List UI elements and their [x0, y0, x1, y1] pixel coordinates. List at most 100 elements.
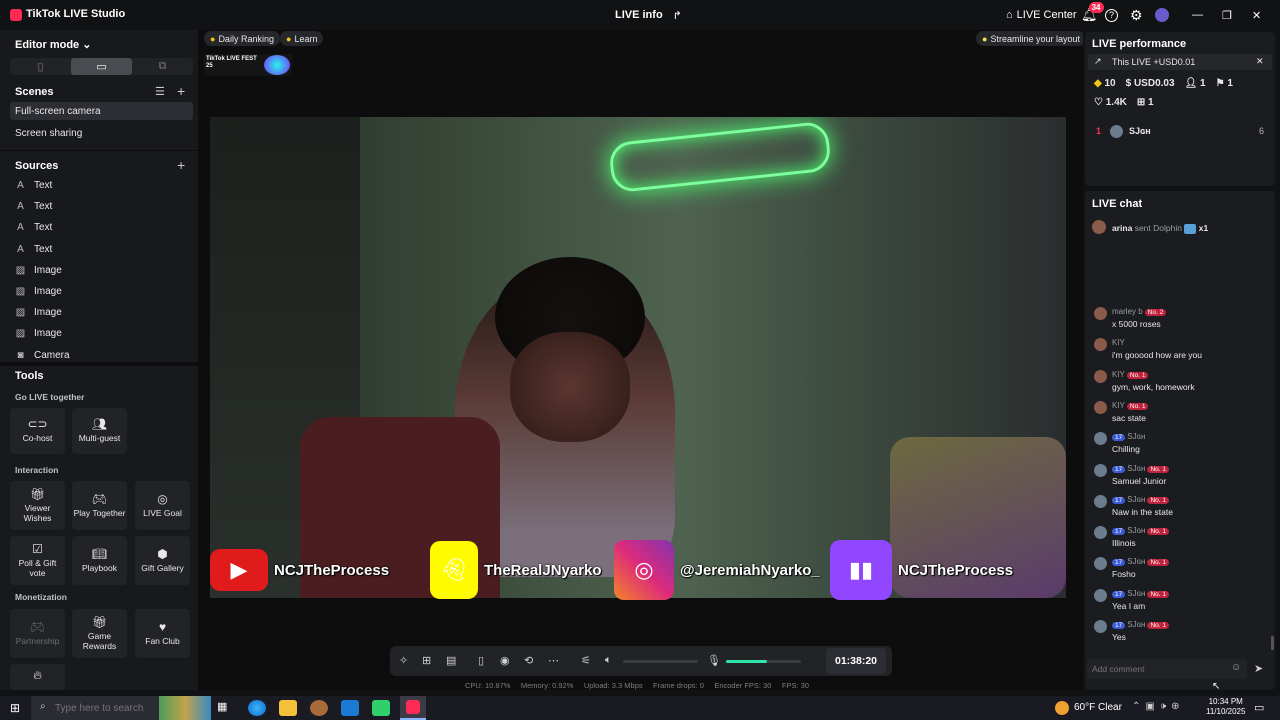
- streamline-layout-button[interactable]: ● Streamline your layout: [976, 31, 1086, 46]
- fan-club-tool[interactable]: ♥ Fan Club: [135, 609, 190, 658]
- close-button[interactable]: ✕: [1252, 6, 1261, 24]
- play-together-tool[interactable]: 🎮︎ Play Together: [72, 481, 127, 530]
- edge-icon[interactable]: [248, 700, 266, 716]
- help-button[interactable]: ?: [1105, 6, 1118, 24]
- viewer-wishes-tool[interactable]: 🎁︎ Viewer Wishes: [10, 481, 65, 530]
- source-item[interactable]: A Text: [15, 222, 52, 233]
- volume-slider[interactable]: [623, 660, 698, 663]
- chat-message[interactable]: KIY No. 1 gym, work, homework: [1094, 369, 1274, 398]
- microphone-icon[interactable]: 🎙︎: [707, 654, 721, 667]
- windows-start-icon[interactable]: ⊞: [10, 701, 20, 715]
- app-green-icon[interactable]: [372, 700, 390, 716]
- dual-layout-button[interactable]: ⧉: [132, 58, 193, 75]
- app-blue-icon[interactable]: [341, 700, 359, 716]
- replay-icon[interactable]: ⟲: [524, 654, 533, 667]
- comment-input-box[interactable]: ☺: [1087, 659, 1247, 679]
- chat-scrollbar[interactable]: [1271, 636, 1274, 650]
- gift-icon: ⊞: [1136, 97, 1146, 108]
- chat-message[interactable]: 17 SJɢʜ Chilling: [1094, 432, 1274, 460]
- chat-message[interactable]: marley b No. 2 x 5000 roses: [1094, 307, 1274, 335]
- add-source-button[interactable]: +: [177, 157, 185, 173]
- source-item[interactable]: ▨ Image: [15, 328, 62, 339]
- app-monkey-icon[interactable]: [310, 700, 328, 716]
- rank-badge: No. 1: [1126, 402, 1149, 410]
- source-label: Image: [34, 286, 62, 297]
- equalizer-icon[interactable]: ⚟: [581, 654, 591, 667]
- chat-message[interactable]: KIY i'm gooood how are you: [1094, 338, 1274, 366]
- chat-message[interactable]: KIY No. 1 sac state: [1094, 400, 1274, 429]
- learn-button[interactable]: ● Learn: [280, 31, 324, 46]
- send-icon[interactable]: ➤: [1254, 662, 1263, 675]
- chat-message[interactable]: 17 SJɢʜ No. 1 Yes: [1094, 620, 1274, 648]
- source-item[interactable]: A Text: [15, 201, 52, 212]
- level-badge: 17: [1112, 465, 1126, 473]
- system-tray-icons[interactable]: ⌃▣🕩︎⊕: [1132, 701, 1185, 712]
- task-view-icon[interactable]: ▦: [217, 700, 235, 716]
- portrait-layout-button[interactable]: ▯: [10, 58, 71, 75]
- playbook-tool[interactable]: 📖︎ Playbook: [72, 536, 127, 585]
- source-item[interactable]: ▨ Image: [15, 265, 62, 276]
- chat-message[interactable]: 17 SJɢʜ No. 1 Illinois: [1094, 526, 1274, 554]
- link-icon: ⊂⊃: [27, 417, 48, 432]
- live-goal-tool[interactable]: ◎ LIVE Goal: [135, 481, 190, 530]
- scene-list-icon[interactable]: ☰: [155, 85, 165, 98]
- source-item[interactable]: ◙ Camera: [15, 350, 69, 361]
- portrait-toggle-icon[interactable]: ▯: [478, 654, 484, 667]
- source-item[interactable]: A Text: [15, 244, 52, 255]
- daily-ranking-button[interactable]: ● Daily Ranking: [204, 31, 280, 46]
- snapchat-handle: TheRealJNyarko: [484, 561, 602, 579]
- top-gifter-row[interactable]: 1 SJɢʜ 6: [1096, 125, 1266, 139]
- settings-button[interactable]: ⚙: [1130, 6, 1143, 24]
- comment-input[interactable]: [1092, 662, 1222, 676]
- partnership-tool[interactable]: 🎮︎ Partnership: [10, 609, 65, 658]
- more-icon[interactable]: ⋯: [548, 654, 559, 667]
- chat-message[interactable]: 17 SJɢʜ No. 1 Naw in the state: [1094, 494, 1274, 523]
- scene-item-full-screen-camera[interactable]: Full-screen camera: [15, 106, 101, 117]
- live-center-button[interactable]: ⌂ LIVE Center: [1006, 6, 1077, 24]
- weather-text[interactable]: 60°F Clear: [1074, 702, 1122, 713]
- mic-level-slider[interactable]: [726, 660, 801, 663]
- minimize-button[interactable]: —: [1192, 6, 1203, 24]
- file-explorer-icon[interactable]: [279, 700, 297, 716]
- add-source-icon[interactable]: ⊞: [422, 654, 431, 667]
- source-item[interactable]: A Text: [15, 180, 52, 191]
- stream-preview[interactable]: [210, 117, 1066, 598]
- youtube-icon: ▶: [210, 549, 268, 591]
- emoji-icon[interactable]: ☺: [1231, 662, 1241, 673]
- notification-center-icon[interactable]: ▭: [1254, 701, 1264, 714]
- live-info-button[interactable]: LIVE info ↱: [615, 6, 682, 24]
- editor-mode-dropdown[interactable]: Editor mode ⌄: [15, 38, 91, 51]
- viewers-stat: 👤︎ 1: [1185, 78, 1206, 89]
- more-tool[interactable]: 🔥︎: [10, 664, 65, 690]
- game-rewards-tool[interactable]: 🎁︎ Game Rewards: [72, 609, 127, 658]
- chat-message[interactable]: 17 SJɢʜ No. 1 Fosho: [1094, 557, 1274, 585]
- maximize-button[interactable]: ❐: [1222, 6, 1232, 24]
- social-snapchat: 👻︎ TheRealJNyarko: [430, 540, 602, 600]
- this-live-banner[interactable]: ↗ This LIVE +USD0.01 ✕: [1088, 54, 1272, 70]
- scene-item-screen-sharing[interactable]: Screen sharing: [15, 128, 82, 139]
- taskbar-search-input[interactable]: [55, 701, 165, 715]
- source-item[interactable]: ▨ Image: [15, 286, 62, 297]
- gift-gallery-tool[interactable]: ⬢ Gift Gallery: [135, 536, 190, 585]
- layout-icon[interactable]: ▤: [446, 654, 456, 667]
- clock[interactable]: 10:34 PM 11/10/2025: [1206, 697, 1245, 717]
- notifications-button[interactable]: 🔔︎ 34: [1081, 2, 1104, 24]
- multi-guest-tool[interactable]: 👥︎ Multi-guest: [72, 408, 127, 454]
- landscape-layout-button[interactable]: ▭: [71, 58, 132, 75]
- close-banner-icon[interactable]: ✕: [1256, 56, 1264, 67]
- source-label: Text: [34, 201, 53, 213]
- record-icon[interactable]: ◉: [500, 654, 510, 667]
- taskbar-search-box[interactable]: ⌕: [31, 696, 211, 720]
- poll-gift-vote-tool[interactable]: ☑ Poll & Gift vote: [10, 536, 65, 585]
- source-item[interactable]: ▨ Image: [15, 307, 62, 318]
- profile-button[interactable]: [1155, 6, 1169, 24]
- magic-wand-icon[interactable]: ✧: [399, 654, 408, 667]
- chat-message[interactable]: 17 SJɢʜ No. 1 Yea I am: [1094, 588, 1274, 617]
- speaker-icon[interactable]: 🔈︎: [605, 654, 612, 667]
- tiktok-taskbar-icon[interactable]: [400, 696, 426, 720]
- co-host-tool[interactable]: ⊂⊃ Co-host: [10, 408, 65, 454]
- add-scene-button[interactable]: +: [177, 83, 185, 99]
- chat-username-row: KIY: [1112, 338, 1125, 347]
- chat-message[interactable]: 17 SJɢʜ No. 1 Samuel Junior: [1094, 463, 1274, 492]
- co-host-label: Co-host: [22, 433, 53, 444]
